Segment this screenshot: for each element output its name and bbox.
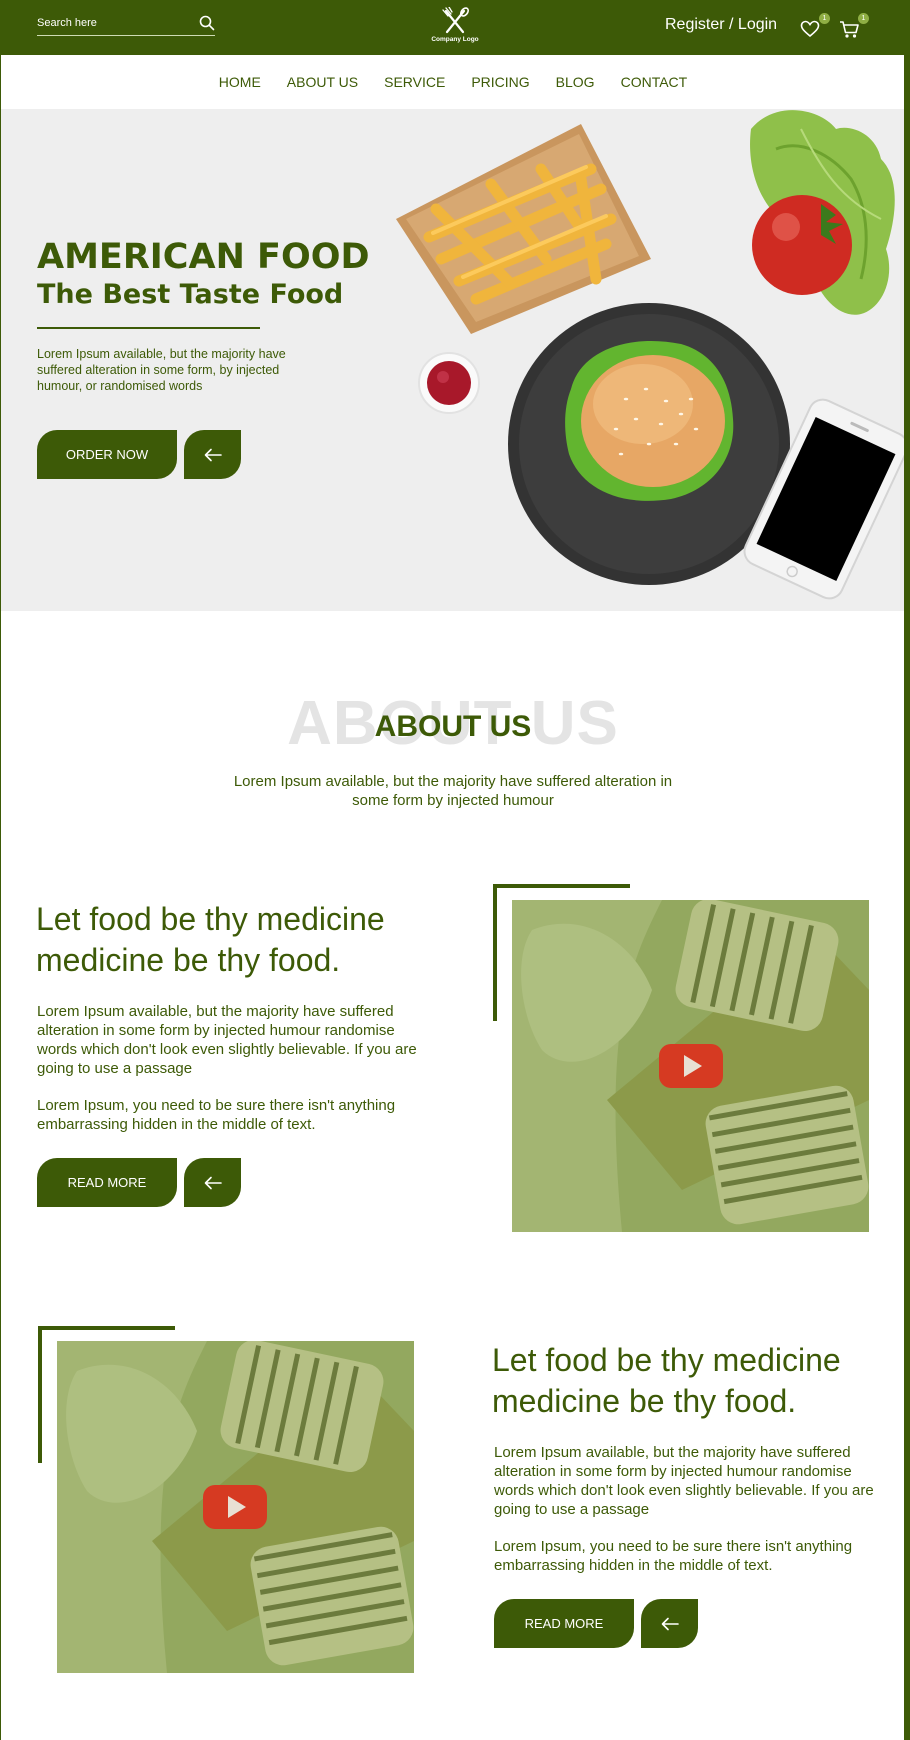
hero-subtitle: The Best Taste Food bbox=[37, 279, 344, 310]
wishlist-button[interactable]: 1 bbox=[800, 13, 830, 40]
logo-text: Company Logo bbox=[431, 36, 479, 43]
feature-1-title-line-2: medicine be thy food. bbox=[36, 942, 341, 978]
play-icon[interactable] bbox=[203, 1485, 267, 1529]
feature-1-arrow-button[interactable] bbox=[184, 1158, 241, 1207]
burger-image bbox=[565, 341, 734, 501]
about-description: Lorem Ipsum available, but the majority … bbox=[233, 773, 673, 809]
nav-item-contact[interactable]: CONTACT bbox=[621, 74, 688, 90]
cart-count-badge: 1 bbox=[858, 13, 869, 24]
cart-button[interactable]: 1 bbox=[839, 13, 869, 40]
search-box bbox=[37, 12, 215, 36]
main-nav: HOME ABOUT US SERVICE PRICING BLOG CONTA… bbox=[1, 55, 904, 109]
feature-2-paragraph-2: Lorem Ipsum, you need to be sure there i… bbox=[494, 1538, 853, 1574]
feature-2-arrow-button[interactable] bbox=[641, 1599, 698, 1648]
page: Company Logo Register / Login 1 1 HOME A… bbox=[0, 0, 910, 1740]
search-input[interactable] bbox=[37, 14, 187, 32]
hero-food-image bbox=[396, 110, 904, 600]
play-icon[interactable] bbox=[659, 1044, 723, 1088]
heart-icon bbox=[800, 20, 820, 38]
feature-2-title-line-2: medicine be thy food. bbox=[492, 1383, 797, 1419]
nav-item-home[interactable]: HOME bbox=[219, 74, 261, 90]
nav-item-blog[interactable]: BLOG bbox=[556, 74, 595, 90]
feature-1-title-line-1: Let food be thy medicine bbox=[36, 901, 385, 937]
wishlist-count-badge: 1 bbox=[819, 13, 830, 24]
feature-1-title: Let food be thy medicine medicine be thy… bbox=[36, 899, 436, 981]
feature-1-video-thumbnail[interactable] bbox=[512, 900, 869, 1232]
hero-title: AMERICAN FOOD bbox=[37, 237, 370, 277]
feature-1-paragraph-1: Lorem Ipsum available, but the majority … bbox=[37, 1003, 417, 1077]
cart-icon bbox=[840, 21, 859, 38]
about-title: ABOUT US bbox=[374, 710, 532, 743]
hero-divider bbox=[37, 327, 260, 329]
order-now-button[interactable]: ORDER NOW bbox=[37, 430, 177, 479]
arrow-left-icon bbox=[204, 448, 222, 461]
nav-item-service[interactable]: SERVICE bbox=[384, 74, 445, 90]
feature-2-video-thumbnail[interactable] bbox=[57, 1341, 414, 1673]
feature-2-paragraph-1: Lorem Ipsum available, but the majority … bbox=[494, 1444, 874, 1518]
hero-description: Lorem Ipsum available, but the majority … bbox=[37, 347, 286, 393]
top-bar: Company Logo Register / Login 1 1 bbox=[1, 0, 904, 55]
tomato-image bbox=[752, 195, 852, 295]
arrow-left-icon bbox=[661, 1617, 679, 1630]
feature-2-title-line-1: Let food be thy medicine bbox=[492, 1342, 841, 1378]
feature-2-read-more-button[interactable]: READ MORE bbox=[494, 1599, 634, 1648]
nav-item-pricing[interactable]: PRICING bbox=[471, 74, 529, 90]
feature-2-title: Let food be thy medicine medicine be thy… bbox=[492, 1340, 897, 1422]
company-logo[interactable]: Company Logo bbox=[429, 7, 481, 47]
hero-section: AMERICAN FOOD The Best Taste Food Lorem … bbox=[1, 109, 904, 611]
register-login-link[interactable]: Register / Login bbox=[665, 16, 777, 34]
fries-box-image bbox=[396, 124, 651, 334]
arrow-left-icon bbox=[204, 1176, 222, 1189]
ketchup-bowl-image bbox=[418, 352, 480, 414]
hero-arrow-button[interactable] bbox=[184, 430, 241, 479]
search-icon[interactable] bbox=[199, 15, 215, 31]
feature-1-paragraph-2: Lorem Ipsum, you need to be sure there i… bbox=[37, 1097, 396, 1133]
fork-knife-logo-icon bbox=[442, 7, 469, 34]
feature-1-read-more-button[interactable]: READ MORE bbox=[37, 1158, 177, 1207]
nav-item-about-us[interactable]: ABOUT US bbox=[287, 74, 358, 90]
